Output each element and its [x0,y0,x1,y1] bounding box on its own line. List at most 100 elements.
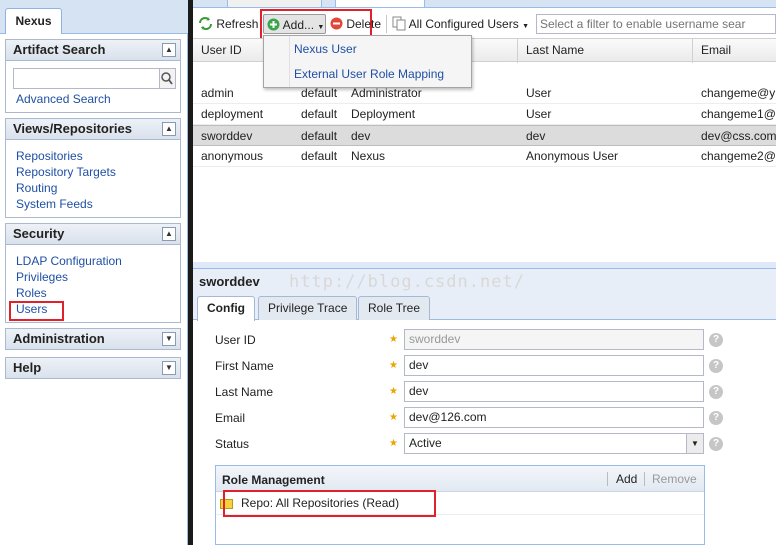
security-header[interactable]: Security ▲ [5,223,181,245]
username-filter-input[interactable] [536,14,776,34]
delete-icon [330,17,343,30]
administration-header[interactable]: Administration ▼ [5,328,181,350]
status-label: Status [215,437,250,451]
detail-tabstrip: Config Privilege Trace Role Tree [193,294,776,321]
tab-nexus[interactable]: Nexus [5,8,62,34]
table-row[interactable]: deployment default Deployment User chang… [193,104,776,125]
user-id-field[interactable]: sworddev [404,329,704,350]
administration-title: Administration [13,331,105,346]
cell-realm: default [301,149,338,163]
first-name-label: First Name [215,359,274,373]
user-id-label: User ID [215,333,256,347]
artifact-search-body: Advanced Search [5,61,181,113]
chevron-down-icon: ▼ [522,23,529,30]
role-management-title: Role Management [222,473,325,487]
tab-privilege-trace[interactable]: Privilege Trace [258,296,358,320]
required-star-icon: ★ [389,360,398,371]
tab-users[interactable] [335,0,425,8]
cell-realm: default [301,129,338,143]
cell-first-name: dev [351,129,371,143]
delete-label: Delete [346,17,382,31]
refresh-icon [199,17,212,30]
chevron-down-icon[interactable]: ▼ [686,434,703,453]
cell-last-name: dev [526,129,546,143]
watermark: http://blog.csdn.net/ [289,272,525,292]
sidebar-item-routing[interactable]: Routing [16,181,57,195]
advanced-search-link[interactable]: Advanced Search [16,92,111,106]
cell-user-id: anonymous [201,149,264,163]
role-remove-button[interactable]: Remove [652,472,697,486]
left-nav-panel: Nexus Artifact Search ▲ Advanced Search … [0,0,188,545]
sidebar-item-repository-targets[interactable]: Repository Targets [16,165,116,179]
cell-user-id: deployment [201,107,264,121]
collapse-icon[interactable]: ▲ [162,122,176,136]
collapse-icon[interactable]: ▲ [162,227,176,241]
expand-icon[interactable]: ▼ [162,332,176,346]
cell-email: changeme1@ [701,107,776,121]
help-icon[interactable]: ? [709,411,723,425]
cell-first-name: Deployment [351,107,416,121]
cell-last-name: User [526,86,552,100]
views-repositories-header[interactable]: Views/Repositories ▲ [5,118,181,140]
cell-email: changeme2@ [701,149,776,163]
refresh-button[interactable]: Refresh [198,14,258,34]
tab-role-tree[interactable]: Role Tree [358,296,431,320]
last-name-field[interactable]: dev [404,381,704,402]
search-button[interactable] [160,68,176,89]
cell-email: dev@css.com [701,129,776,143]
last-name-label: Last Name [215,385,274,399]
collapse-icon[interactable]: ▲ [162,43,176,57]
first-name-field[interactable]: dev [404,355,704,376]
refresh-label: Refresh [216,17,259,31]
tab-config[interactable]: Config [197,296,255,321]
help-icon[interactable]: ? [709,437,723,451]
help-icon[interactable]: ? [709,359,723,373]
highlight-box-role [223,490,436,517]
help-icon[interactable]: ? [709,385,723,399]
menu-item-nexus-user[interactable]: Nexus User [294,42,357,56]
column-header-last-name[interactable]: Last Name [518,39,693,63]
cell-last-name: User [526,107,552,121]
delete-button[interactable]: Delete [330,14,381,34]
add-dropdown-menu: Nexus User External User Role Mapping [263,35,472,88]
main-tabstrip [193,0,776,8]
required-star-icon: ★ [389,438,398,449]
column-header-email[interactable]: Email [693,39,776,63]
sidebar-item-system-feeds[interactable]: System Feeds [16,197,93,211]
email-label: Email [215,411,246,425]
sidebar-item-roles[interactable]: Roles [16,286,47,300]
search-icon [161,72,173,85]
highlight-box-users [9,301,64,321]
views-repositories-title: Views/Repositories [13,121,132,136]
help-header[interactable]: Help ▼ [5,357,181,379]
role-management-grid: Role Management Add Remove Repo: All Rep… [215,465,705,545]
status-select[interactable]: Active ▼ [404,433,704,454]
artifact-search-header[interactable]: Artifact Search ▲ [5,39,181,61]
separator [644,472,645,486]
cell-last-name: Anonymous User [526,149,619,163]
expand-icon[interactable]: ▼ [162,361,176,375]
required-star-icon: ★ [389,412,398,423]
artifact-search-input[interactable] [13,68,160,89]
status-value: Active [409,436,442,450]
menu-item-external-user-role-mapping[interactable]: External User Role Mapping [294,67,444,81]
sidebar-item-ldap-configuration[interactable]: LDAP Configuration [16,254,122,268]
table-row[interactable]: anonymous default Nexus Anonymous User c… [193,146,776,167]
user-source-dropdown[interactable]: All Configured Users ▼ [392,14,529,34]
sidebar-item-repositories[interactable]: Repositories [16,149,83,163]
required-star-icon: ★ [389,334,398,345]
tab-welcome[interactable] [227,0,322,8]
help-title: Help [13,360,42,375]
help-icon[interactable]: ? [709,333,723,347]
security-body: LDAP Configuration Privileges Roles User… [5,245,181,323]
cell-user-id: sworddev [201,129,253,143]
menu-gutter [289,36,290,87]
email-field[interactable]: dev@126.com [404,407,704,428]
cell-email: changeme@y [701,86,776,100]
table-row-selected[interactable]: sworddev default dev dev dev@css.com [193,125,776,146]
users-panel: Refresh Add... ▼ Delete All Configured U… [193,0,776,545]
role-management-header: Role Management Add Remove [216,466,704,492]
role-add-button[interactable]: Add [616,472,637,486]
artifact-search-title: Artifact Search [13,42,106,57]
sidebar-item-privileges[interactable]: Privileges [16,270,68,284]
